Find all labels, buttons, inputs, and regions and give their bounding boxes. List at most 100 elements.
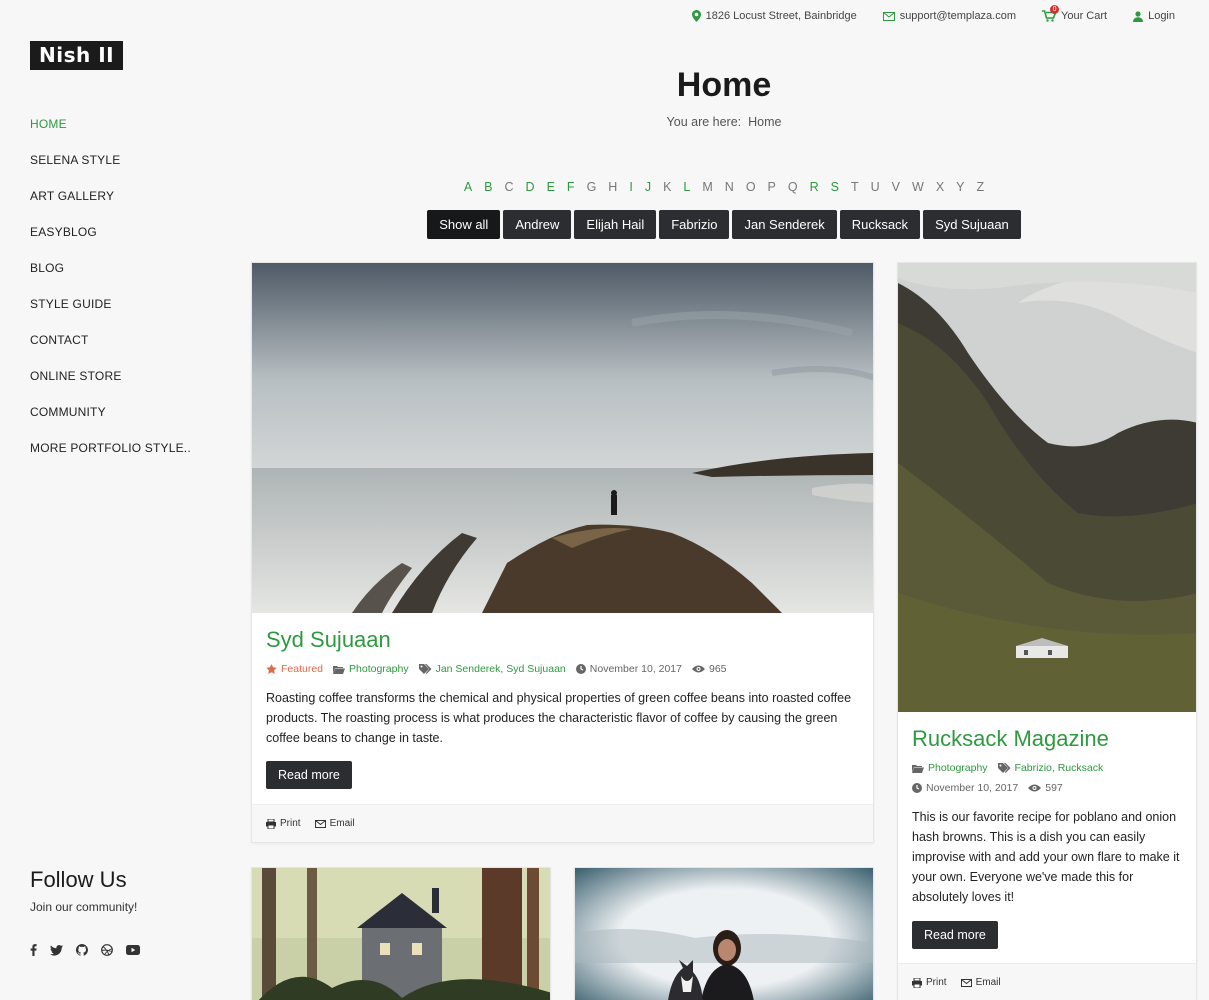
alpha-letter-v[interactable]: V [892, 180, 900, 194]
filter-andrew[interactable]: Andrew [503, 210, 572, 239]
nav-item-selena-style[interactable]: SELENA STYLE [30, 152, 191, 188]
nav-item-more-portfolio[interactable]: MORE PORTFOLIO STYLE.. [30, 440, 191, 476]
nav-item-contact[interactable]: CONTACT [30, 332, 191, 368]
page-title: Home [676, 66, 772, 104]
twitter-icon[interactable] [50, 944, 63, 956]
author-filter-bar: Show all Andrew Elijah Hail Fabrizio Jan… [240, 210, 1208, 239]
facebook-icon[interactable] [30, 944, 37, 956]
alpha-letter-c[interactable]: C [505, 180, 514, 194]
category-label[interactable]: Photography [349, 663, 409, 675]
alpha-letter-y[interactable]: Y [956, 180, 964, 194]
tags-link[interactable]: Fabrizio, Rucksack [997, 762, 1104, 774]
coast-photo[interactable] [252, 263, 874, 613]
alpha-letter-l[interactable]: L [683, 180, 690, 194]
eye-icon [692, 665, 705, 673]
read-more-button[interactable]: Read more [912, 921, 998, 949]
nav-item-home[interactable]: HOME [30, 116, 191, 152]
nav-item-style-guide[interactable]: STYLE GUIDE [30, 296, 191, 332]
alpha-letter-f[interactable]: F [567, 180, 575, 194]
filter-show-all[interactable]: Show all [427, 210, 501, 239]
alpha-letter-q[interactable]: Q [788, 180, 798, 194]
tags-link[interactable]: Jan Senderek, Syd Sujuaan [418, 663, 566, 675]
card-title[interactable]: Rucksack Magazine [912, 726, 1109, 752]
date-item: November 10, 2017 [575, 663, 682, 675]
print-link[interactable]: Print [266, 818, 301, 829]
forest-house-photo[interactable] [252, 868, 551, 1000]
alpha-letter-d[interactable]: D [526, 180, 535, 194]
filter-fabrizio[interactable]: Fabrizio [659, 210, 730, 239]
tags-icon [997, 763, 1011, 773]
card-excerpt: Roasting coffee transforms the chemical … [266, 691, 852, 745]
alpha-letter-g[interactable]: G [587, 180, 597, 194]
login-item[interactable]: Login [1133, 10, 1175, 22]
email-item[interactable]: support@templaza.com [882, 10, 1016, 22]
github-icon[interactable] [76, 944, 88, 956]
read-more-button[interactable]: Read more [266, 761, 352, 789]
follow-us-title: Follow Us [30, 867, 127, 892]
email-label[interactable]: Email [330, 818, 355, 829]
snow-portrait-photo[interactable] [575, 868, 874, 1000]
alpha-letter-z[interactable]: Z [977, 180, 985, 194]
nav-item-community[interactable]: COMMUNITY [30, 404, 191, 440]
alpha-letter-n[interactable]: N [725, 180, 734, 194]
filter-syd-sujuaan[interactable]: Syd Sujuaan [923, 210, 1021, 239]
card-title[interactable]: Syd Sujuaan [266, 627, 391, 653]
featured-badge: Featured [266, 663, 323, 675]
alpha-letter-k[interactable]: K [663, 180, 671, 194]
category-link[interactable]: Photography [333, 663, 409, 675]
filter-rucksack[interactable]: Rucksack [839, 210, 921, 239]
tags-label[interactable]: Fabrizio, Rucksack [1015, 762, 1104, 774]
youtube-icon[interactable] [126, 945, 140, 955]
card-footer: Print Email [252, 804, 873, 842]
alpha-letter-u[interactable]: U [871, 180, 880, 194]
nav-item-blog[interactable]: BLOG [30, 260, 191, 296]
card-meta: Featured Photography Jan Senderek, Syd S… [266, 663, 727, 675]
alpha-letter-a[interactable]: A [464, 180, 472, 194]
envelope-icon [314, 819, 326, 828]
alpha-letter-b[interactable]: B [484, 180, 492, 194]
dribbble-icon[interactable] [101, 944, 113, 956]
views-item: 965 [692, 663, 727, 675]
print-label[interactable]: Print [280, 818, 301, 829]
alpha-letter-m[interactable]: M [702, 180, 712, 194]
category-link[interactable]: Photography [912, 762, 988, 774]
login-link[interactable]: Login [1148, 10, 1175, 22]
filter-jan-senderek[interactable]: Jan Senderek [732, 210, 837, 239]
cart-item[interactable]: 0 Your Cart [1042, 5, 1107, 22]
alpha-letter-o[interactable]: O [746, 180, 756, 194]
alpha-letter-p[interactable]: P [768, 180, 776, 194]
alpha-letter-i[interactable]: I [629, 180, 632, 194]
filter-elijah-hail[interactable]: Elijah Hail [574, 210, 657, 239]
email-share-link[interactable]: Email [960, 977, 1001, 988]
alpha-letter-h[interactable]: H [608, 180, 617, 194]
print-link[interactable]: Print [912, 977, 947, 988]
tags-icon [418, 664, 432, 674]
alpha-letter-x[interactable]: X [936, 180, 944, 194]
nav-item-easyblog[interactable]: EASYBLOG [30, 224, 191, 260]
alpha-letter-r[interactable]: R [810, 180, 819, 194]
email-label[interactable]: Email [976, 977, 1001, 988]
cart-icon-wrap[interactable]: 0 [1042, 5, 1060, 22]
views-count: 965 [709, 663, 727, 675]
alpha-letter-j[interactable]: J [645, 180, 651, 194]
envelope-icon [882, 11, 895, 21]
featured-label: Featured [281, 663, 324, 675]
print-label[interactable]: Print [926, 977, 947, 988]
nav-item-online-store[interactable]: ONLINE STORE [30, 368, 191, 404]
alpha-letter-s[interactable]: S [831, 180, 839, 194]
site-logo[interactable]: Nish II [30, 41, 124, 70]
category-label[interactable]: Photography [928, 762, 988, 774]
nav-item-art-gallery[interactable]: ART GALLERY [30, 188, 191, 224]
user-icon [1133, 10, 1144, 22]
views-item: 597 [1028, 782, 1063, 794]
tags-label[interactable]: Jan Senderek, Syd Sujuaan [436, 663, 566, 675]
mountain-photo[interactable] [898, 263, 1197, 712]
alpha-letter-t[interactable]: T [851, 180, 859, 194]
email-link[interactable]: support@templaza.com [900, 10, 1016, 22]
email-share-link[interactable]: Email [314, 818, 355, 829]
card-meta-row1: Photography Fabrizio, Rucksack [912, 762, 1103, 774]
alpha-letter-w[interactable]: W [912, 180, 924, 194]
alpha-letter-e[interactable]: E [547, 180, 555, 194]
cart-label[interactable]: Your Cart [1061, 10, 1107, 22]
portfolio-card-forest-house [251, 867, 551, 1000]
